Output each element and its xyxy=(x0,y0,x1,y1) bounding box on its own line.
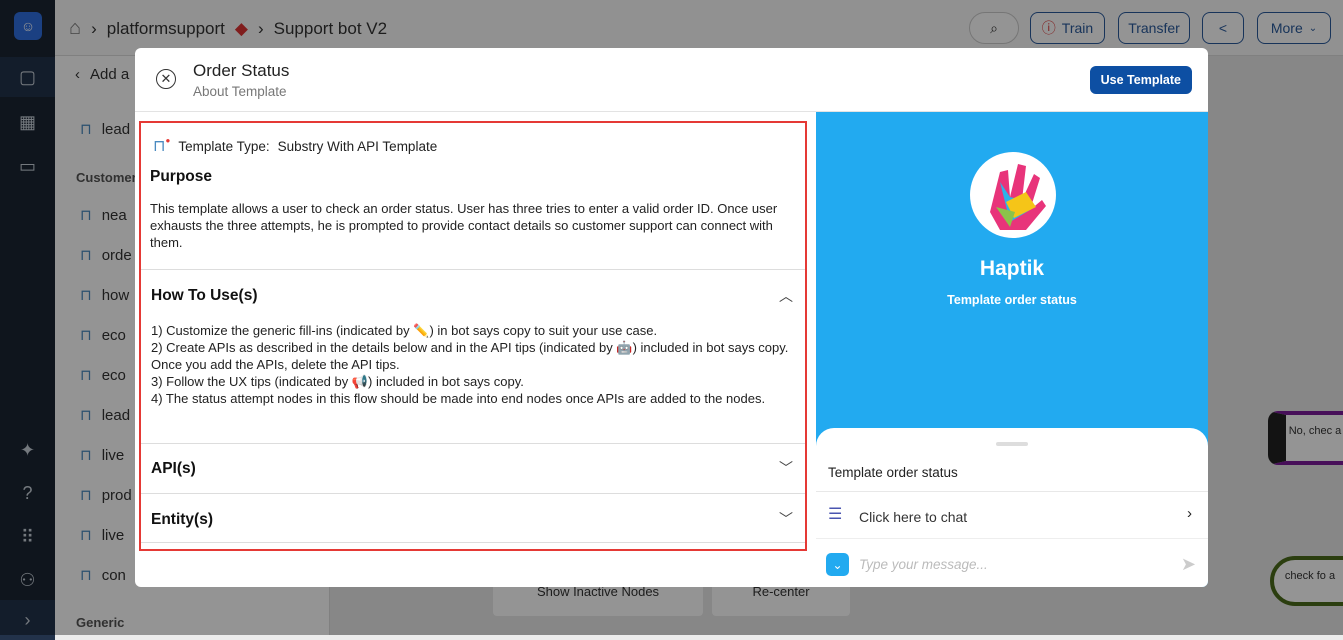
bot-preview: Haptik Template order status Template or… xyxy=(816,112,1208,587)
apis-heading: API(s) xyxy=(151,460,196,477)
how-to-step: 3) Follow the UX tips (indicated by 📢) i… xyxy=(151,374,524,389)
brand-name: Haptik xyxy=(979,257,1045,280)
how-to-step: 4) The status attempt nodes in this flow… xyxy=(151,391,766,406)
chevron-up-icon[interactable]: ︿ xyxy=(779,286,793,306)
click-to-chat-item[interactable]: ☰ Click here to chat › xyxy=(816,491,1208,539)
brand-subtitle: Template order status xyxy=(947,293,1077,307)
list-icon: ☰ xyxy=(828,506,843,523)
use-template-button[interactable]: Use Template xyxy=(1089,66,1192,94)
entities-heading: Entity(s) xyxy=(151,511,213,528)
flow-icon: ⊓● xyxy=(153,136,171,155)
purpose-heading: Purpose xyxy=(150,168,213,185)
purpose-text: This template allows a user to check an … xyxy=(150,201,778,250)
how-to-step: 2) Create APIs as described in the detai… xyxy=(151,340,789,372)
chat-card: Template order status ☰ Click here to ch… xyxy=(816,428,1208,587)
haptik-logo xyxy=(970,152,1056,238)
template-details: ⊓● Template Type: Substry With API Templ… xyxy=(139,121,807,551)
how-to-use-section: How To Use(s) ︿ 1) Customize the generic… xyxy=(141,269,805,443)
entities-section[interactable]: Entity(s) ﹀ xyxy=(141,493,805,543)
how-to-step: 1) Customize the generic fill-ins (indic… xyxy=(151,323,658,338)
drag-handle[interactable] xyxy=(996,442,1028,446)
template-modal: ✕ Order Status About Template Use Templa… xyxy=(135,48,1208,587)
modal-header: ✕ Order Status About Template Use Templa… xyxy=(135,48,1208,112)
template-type: ⊓● Template Type: Substry With API Templ… xyxy=(153,136,438,155)
apis-section[interactable]: API(s) ﹀ xyxy=(141,443,805,493)
how-to-use-heading[interactable]: How To Use(s) xyxy=(151,287,258,305)
chevron-right-icon: › xyxy=(1187,505,1192,522)
chevron-down-icon[interactable]: ﹀ xyxy=(779,509,793,529)
close-icon[interactable]: ✕ xyxy=(156,69,176,89)
expand-menu-icon[interactable]: ⌄ xyxy=(826,553,849,576)
modal-title: Order Status xyxy=(193,61,290,80)
send-icon[interactable]: ➤ xyxy=(1181,554,1196,575)
chevron-down-icon[interactable]: ﹀ xyxy=(779,458,793,478)
card-title: Template order status xyxy=(828,465,958,480)
modal-subtitle: About Template xyxy=(193,84,287,99)
message-input[interactable]: Type your message... xyxy=(859,557,988,572)
